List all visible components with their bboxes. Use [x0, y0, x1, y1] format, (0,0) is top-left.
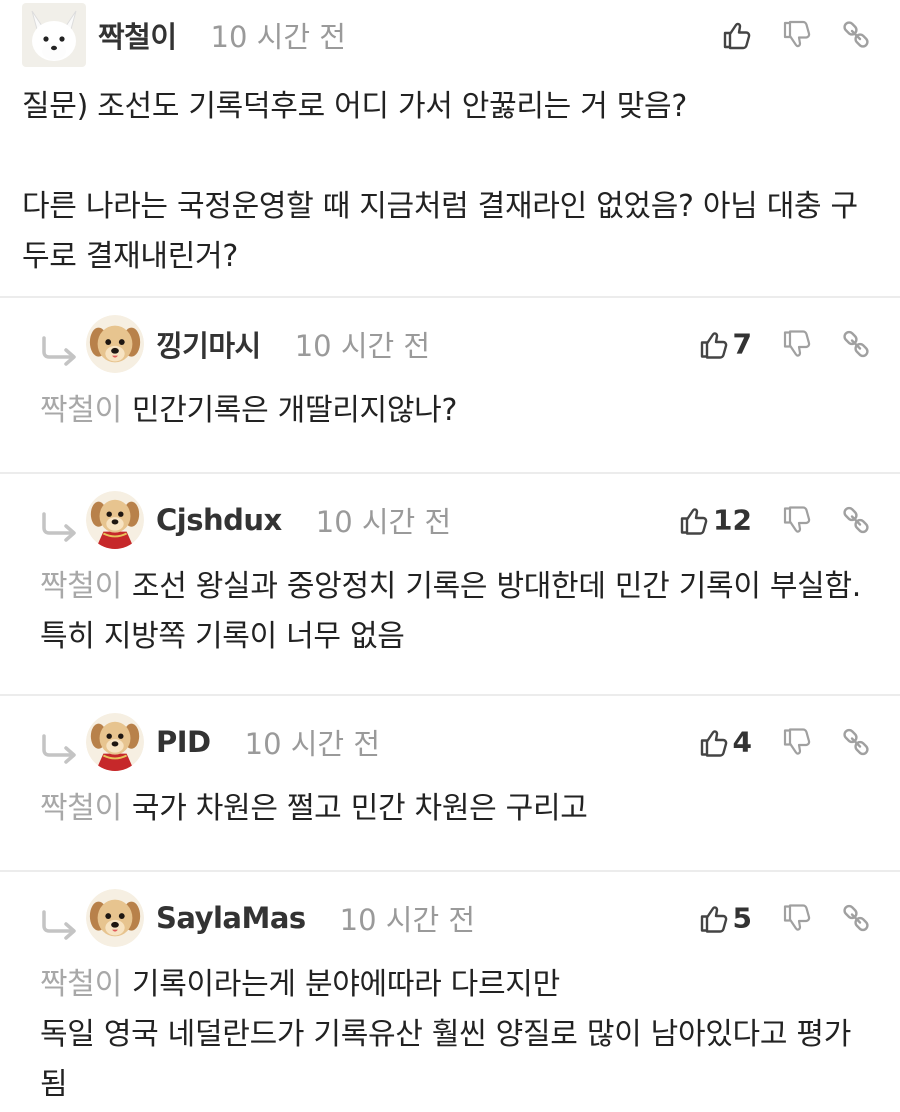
reply-header: 낑기마시 10 시간 전 7	[40, 298, 872, 390]
reply-item: 낑기마시 10 시간 전 7 짝철이 민간기록은 개딸리지않나?	[0, 298, 900, 474]
thumbs-up-icon	[697, 726, 729, 758]
like-button[interactable]	[720, 19, 752, 51]
share-link-button[interactable]	[840, 902, 872, 934]
thumbs-up-icon	[697, 902, 729, 934]
dislike-button[interactable]	[780, 726, 812, 758]
mention-tag[interactable]: 짝철이	[40, 393, 122, 428]
reply-actions: 4	[669, 726, 872, 759]
reply-actions: 7	[669, 328, 872, 361]
reply-body: 짝철이 기록이라는게 분야에따라 다르지만 독일 영국 네덜란드가 기록유산 훨씬…	[40, 960, 872, 1110]
like-count: 12	[713, 503, 752, 537]
like-count: 4	[732, 725, 752, 759]
thumbs-down-icon	[780, 328, 812, 360]
thumbs-down-icon	[780, 19, 812, 51]
timestamp: 10 시간 전	[315, 505, 452, 539]
reply-item: SaylaMas 10 시간 전 5 짝철이 기록이라는게 분야에따라 다르지만 …	[0, 872, 900, 1102]
share-link-button[interactable]	[840, 19, 872, 51]
comment-body: 질문) 조선도 기록덕후로 어디 가서 안꿇리는 거 맞음? 다른 나라는 국정…	[22, 89, 858, 274]
reply-actions: 12	[649, 504, 872, 537]
reply-item: Cjshdux 10 시간 전 12 짝철이 조선 왕실과 중앙정치 기록은 방대…	[0, 474, 900, 696]
reply-body: 짝철이 민간기록은 개딸리지않나?	[40, 386, 872, 436]
dislike-button[interactable]	[780, 328, 812, 360]
link-icon	[840, 328, 872, 360]
username[interactable]: 짝철이	[98, 14, 177, 56]
reply-text: 조선 왕실과 중앙정치 기록은 방대한데 민간 기록이 부실함. 특히 지방쪽 …	[40, 569, 861, 654]
white-fox-avatar[interactable]	[22, 3, 86, 67]
link-icon	[840, 902, 872, 934]
thumbs-up-icon	[677, 504, 709, 536]
mention-tag[interactable]: 짝철이	[40, 967, 122, 1002]
timestamp: 10 시간 전	[210, 20, 346, 54]
main-comment: 짝철이 10 시간 전 질문) 조선도 기록덕후로 어디 가서 안꿇리는 거 맞…	[0, 0, 900, 298]
link-icon	[840, 19, 872, 51]
puppy-avatar[interactable]	[86, 889, 144, 947]
like-button[interactable]: 5	[697, 902, 752, 935]
like-count: 5	[732, 901, 752, 935]
reply-arrow-icon	[40, 512, 78, 542]
timestamp: 10 시간 전	[294, 329, 431, 363]
puppy-cape-avatar[interactable]	[86, 491, 144, 549]
thumbs-down-icon	[780, 726, 812, 758]
reply-text: 기록이라는게 분야에따라 다르지만 독일 영국 네덜란드가 기록유산 훨씬 양질…	[40, 967, 851, 1102]
reply-arrow-icon	[40, 910, 78, 940]
thumbs-down-icon	[780, 902, 812, 934]
reply-text: 국가 차원은 쩔고 민간 차원은 구리고	[131, 791, 588, 826]
link-icon	[840, 504, 872, 536]
dislike-button[interactable]	[780, 902, 812, 934]
reply-header: Cjshdux 10 시간 전 12	[40, 474, 872, 566]
thumbs-down-icon	[780, 504, 812, 536]
like-button[interactable]: 7	[697, 328, 752, 361]
share-link-button[interactable]	[840, 504, 872, 536]
reply-body: 짝철이 국가 차원은 쩔고 민간 차원은 구리고	[40, 784, 872, 834]
comment-actions	[692, 19, 872, 51]
like-button[interactable]: 12	[677, 504, 752, 537]
reply-arrow-icon	[40, 734, 78, 764]
link-icon	[840, 726, 872, 758]
timestamp: 10 시간 전	[339, 903, 476, 937]
dislike-button[interactable]	[780, 504, 812, 536]
username[interactable]: Cjshdux	[156, 503, 282, 537]
thumbs-up-icon	[697, 328, 729, 360]
comment-header: 짝철이 10 시간 전	[22, 0, 872, 70]
timestamp: 10 시간 전	[244, 727, 381, 761]
like-button[interactable]: 4	[697, 726, 752, 759]
mention-tag[interactable]: 짝철이	[40, 791, 122, 826]
comment-thread: 짝철이 10 시간 전 질문) 조선도 기록덕후로 어디 가서 안꿇리는 거 맞…	[0, 0, 900, 1112]
puppy-avatar[interactable]	[86, 315, 144, 373]
username[interactable]: SaylaMas	[156, 901, 306, 935]
reply-header: PID 10 시간 전 4	[40, 696, 872, 788]
reply-item: PID 10 시간 전 4 짝철이 국가 차원은 쩔고 민간 차원은 구리고	[0, 696, 900, 872]
mention-tag[interactable]: 짝철이	[40, 569, 122, 604]
username[interactable]: 낑기마시	[156, 323, 261, 365]
reply-text: 민간기록은 개딸리지않나?	[131, 393, 458, 428]
thumbs-up-icon	[720, 19, 752, 51]
reply-arrow-icon	[40, 336, 78, 366]
reply-body: 짝철이 조선 왕실과 중앙정치 기록은 방대한데 민간 기록이 부실함. 특히 지…	[40, 562, 872, 662]
puppy-cape-avatar[interactable]	[86, 713, 144, 771]
share-link-button[interactable]	[840, 726, 872, 758]
dislike-button[interactable]	[780, 19, 812, 51]
username[interactable]: PID	[156, 725, 211, 759]
share-link-button[interactable]	[840, 328, 872, 360]
like-count: 7	[732, 327, 752, 361]
reply-actions: 5	[669, 902, 872, 935]
reply-header: SaylaMas 10 시간 전 5	[40, 872, 872, 964]
